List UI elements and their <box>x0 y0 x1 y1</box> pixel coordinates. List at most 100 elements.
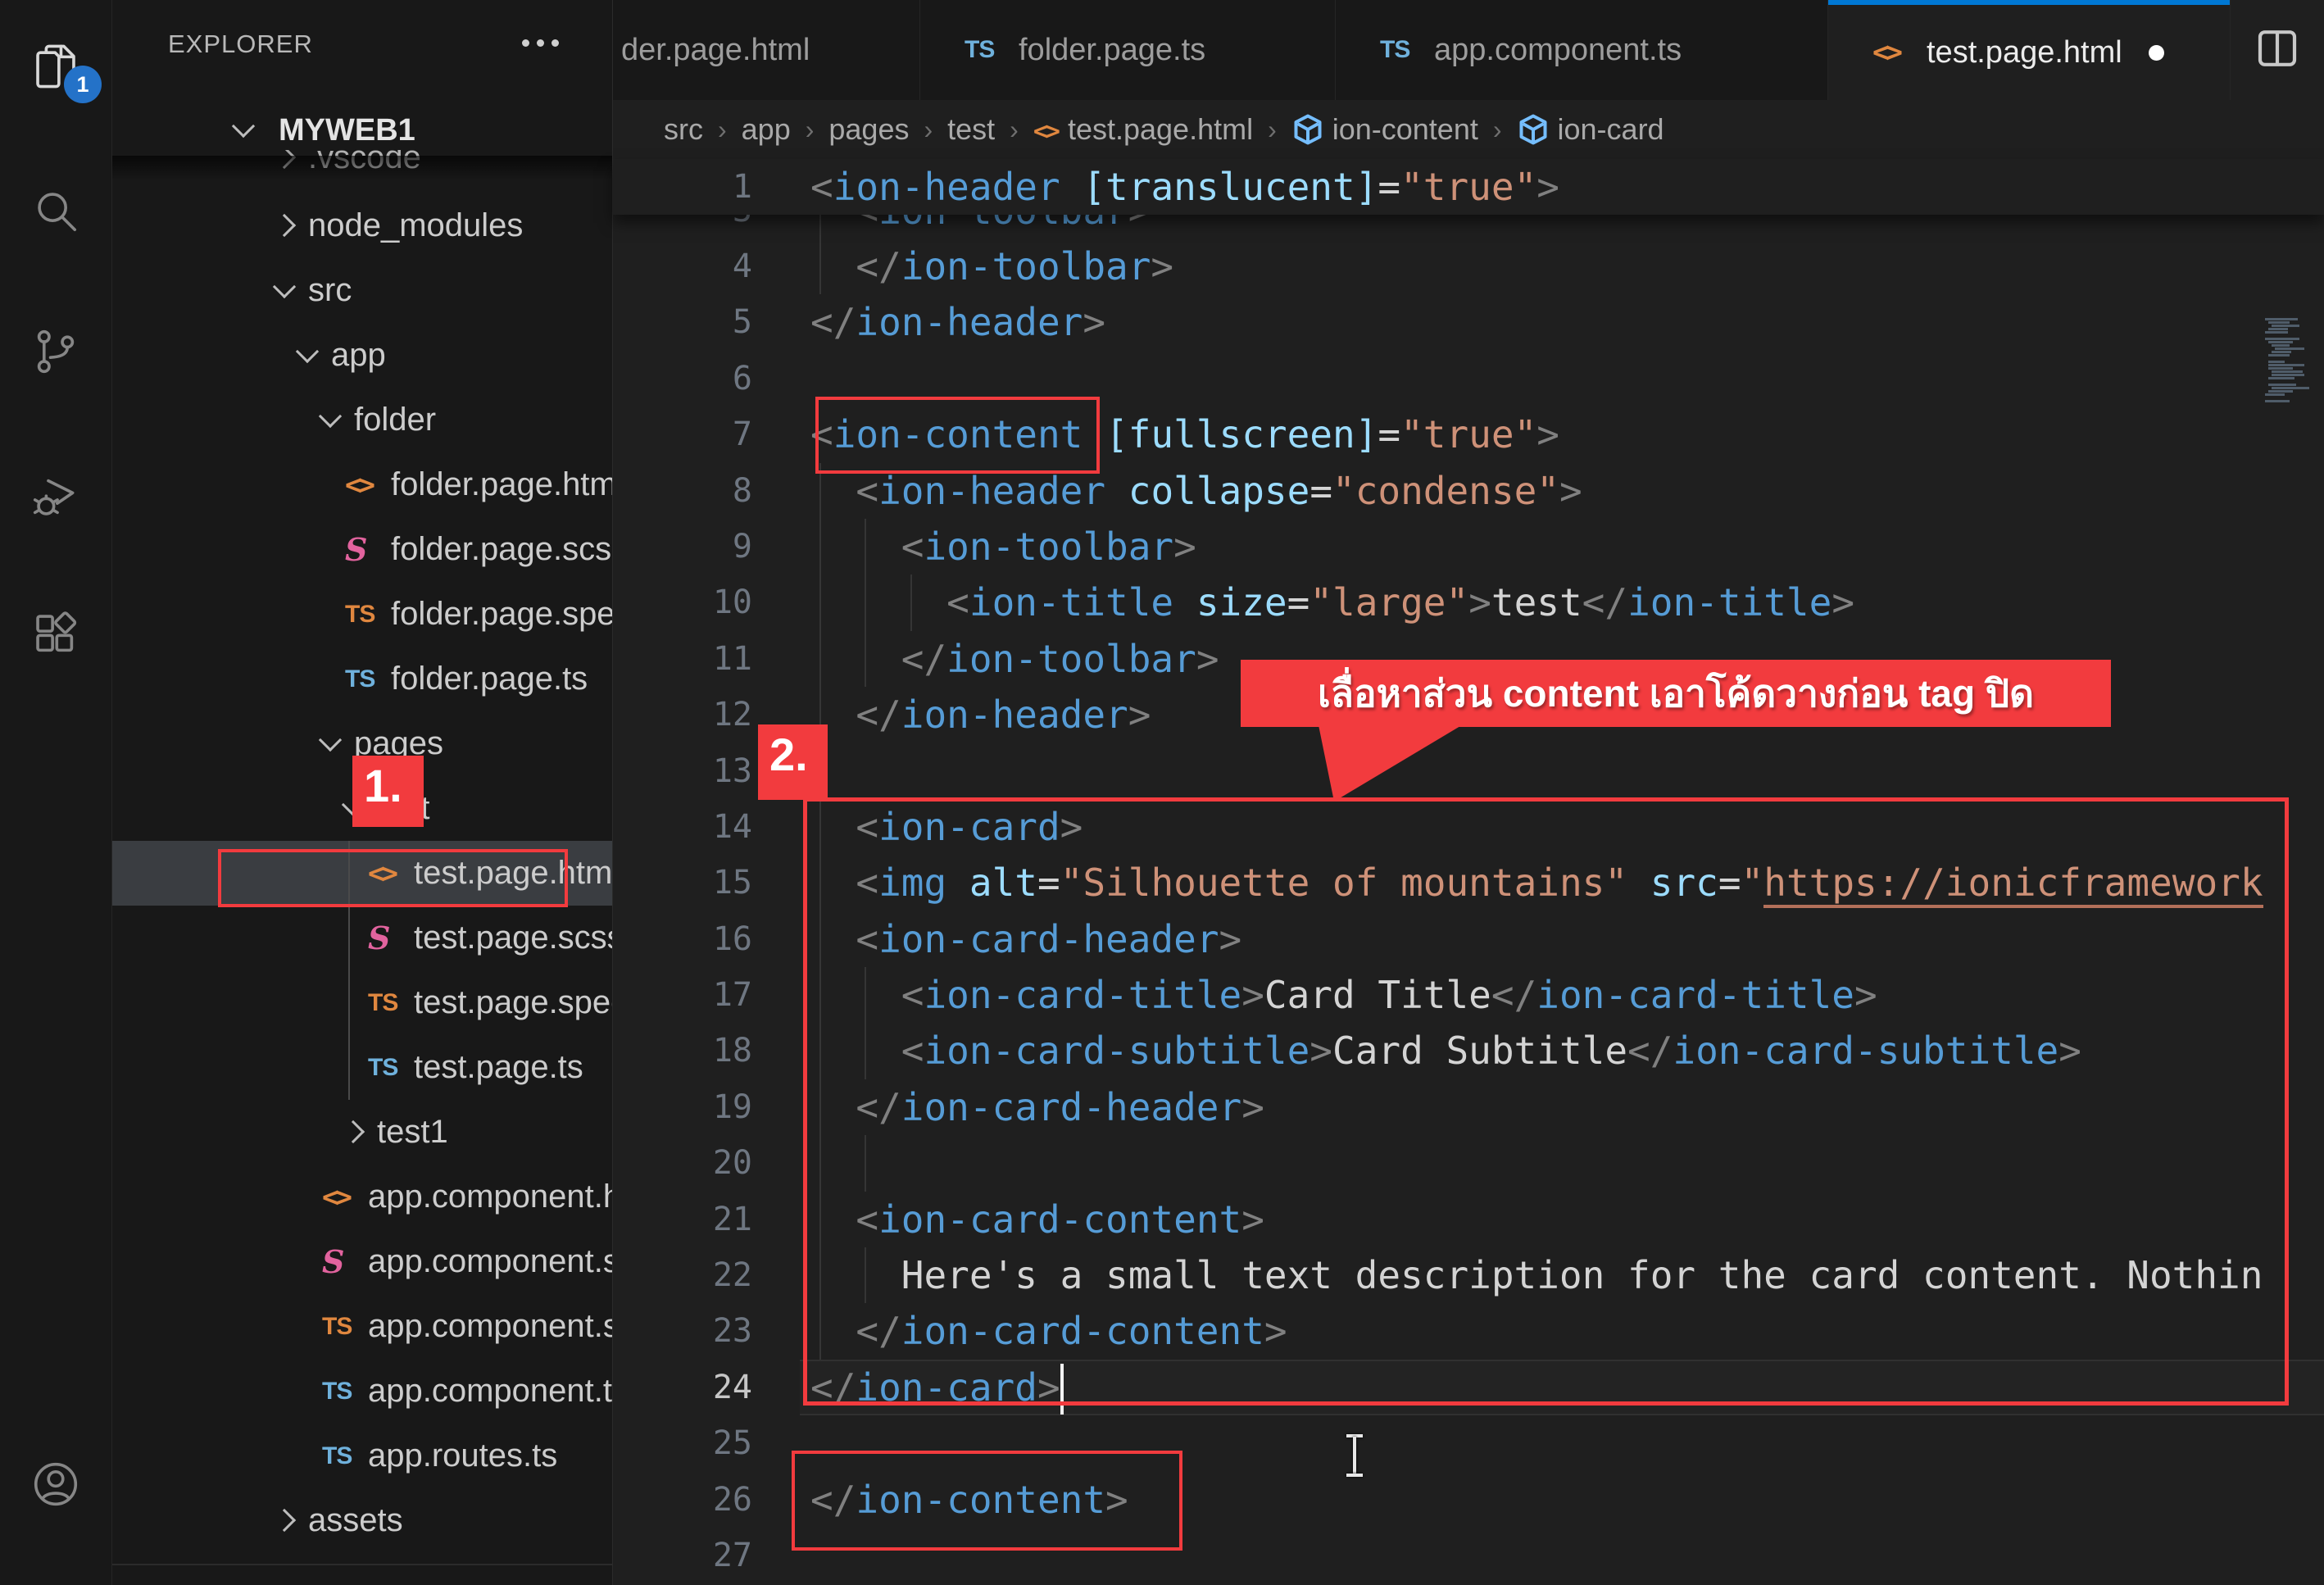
code-line-27[interactable]: 27 <box>613 1528 2324 1583</box>
code-line-5[interactable]: 5</ion-header> <box>613 294 2324 350</box>
code-line-13[interactable]: 13 <box>613 743 2324 799</box>
breadcrumb: src›app›pages›test›<>test.page.html›ion-… <box>613 100 2324 159</box>
chevron-right-icon <box>342 1119 365 1142</box>
tab-test-page-html[interactable]: <>test.page.html <box>1828 0 2230 100</box>
code-line-18[interactable]: 18 <ion-card-subtitle>Card Subtitle</ion… <box>613 1023 2324 1079</box>
breadcrumb-item-test-page-html[interactable]: <>test.page.html <box>1033 112 1253 147</box>
code-line-24[interactable]: 24</ion-card> <box>613 1360 2324 1415</box>
code-line-3[interactable]: 3 <ion-toolbar> <box>613 215 2324 238</box>
code-line-12[interactable]: 12 </ion-header> <box>613 687 2324 743</box>
run-debug-icon[interactable] <box>28 469 84 525</box>
code-line-23[interactable]: 23 </ion-card-content> <box>613 1303 2324 1359</box>
tree-item-test-page-spec-ts[interactable]: TStest.page.spec.ts <box>112 970 612 1035</box>
breadcrumb-item-pages[interactable]: pages <box>828 112 909 147</box>
modified-dot-icon <box>2149 45 2164 61</box>
chevron-right-icon <box>273 1508 296 1531</box>
line-content: </ion-toolbar> <box>790 238 2324 294</box>
code-line-9[interactable]: 9 <ion-toolbar> <box>613 519 2324 575</box>
line-number: 5 <box>613 294 790 350</box>
tree-item-app-component-sp-[interactable]: TSapp.component.sp... <box>112 1294 612 1359</box>
code-line-25[interactable]: 25 <box>613 1415 2324 1471</box>
breadcrumb-label: ion-card <box>1558 112 1664 146</box>
code-line-15[interactable]: 15 <img alt="Silhouette of mountains" sr… <box>613 855 2324 911</box>
code-line-7[interactable]: 7<ion-content [fullscreen]="true"> <box>613 406 2324 462</box>
line-content: <ion-content [fullscreen]="true"> <box>790 406 2324 462</box>
tree-item-app-component-html[interactable]: <>app.component.html <box>112 1165 612 1229</box>
code-line-22[interactable]: 22 Here's a small text description for t… <box>613 1247 2324 1303</box>
breadcrumb-item-ion-card[interactable]: ion-card <box>1517 112 1664 147</box>
tree-item-vscode-clipped[interactable]: .vscode <box>112 150 612 189</box>
ts-file-icon: TS <box>345 665 391 693</box>
tab-der-page-html[interactable]: der.page.html <box>613 0 920 100</box>
code-line-10[interactable]: 10 <ion-title size="large">test</ion-tit… <box>613 575 2324 630</box>
split-editor-icon[interactable] <box>2254 25 2300 75</box>
tree-item-folder-page-spec-ts[interactable]: TSfolder.page.spec.ts <box>112 582 612 647</box>
code-line-4[interactable]: 4 </ion-toolbar> <box>613 238 2324 294</box>
line-content <box>790 743 2324 799</box>
tree-item-test[interactable]: test <box>112 776 612 841</box>
ts-file-icon: TS <box>322 1378 368 1406</box>
line-number: 18 <box>613 1023 790 1079</box>
line-content <box>790 351 2324 406</box>
code-line-16[interactable]: 16 <ion-card-header> <box>613 911 2324 967</box>
line-number: 27 <box>613 1528 790 1583</box>
tree-item-app-component-ts[interactable]: TSapp.component.ts <box>112 1359 612 1424</box>
code-line-6[interactable]: 6 <box>613 351 2324 406</box>
tree-item-app-routes-ts[interactable]: TSapp.routes.ts <box>112 1424 612 1488</box>
tree-item-label: test.page.spec.ts <box>414 984 613 1021</box>
tab-folder-page-ts[interactable]: TSfolder.page.ts <box>920 0 1336 100</box>
tree-item-label: test1 <box>377 1114 448 1151</box>
breadcrumb-item-test[interactable]: test <box>947 112 995 147</box>
tree-item-test-page-ts[interactable]: TStest.page.ts <box>112 1035 612 1100</box>
tree-item-label: test.page.scss <box>414 920 613 956</box>
breadcrumb-item-ion-content[interactable]: ion-content <box>1291 112 1478 147</box>
code-line-11[interactable]: 11 </ion-toolbar> <box>613 631 2324 687</box>
code-line-1[interactable]: 1<ion-header [translucent]="true"> <box>613 159 2324 215</box>
tree-item-node-modules[interactable]: node_modules <box>112 193 612 258</box>
code-line-17[interactable]: 17 <ion-card-title>Card Title</ion-card-… <box>613 967 2324 1023</box>
more-actions-icon[interactable] <box>522 39 559 47</box>
tree-item-app[interactable]: app <box>112 323 612 388</box>
workspace-header[interactable]: MYWEB1 <box>112 105 613 156</box>
code-line-20[interactable]: 20 <box>613 1135 2324 1191</box>
line-number: 20 <box>613 1135 790 1191</box>
tree-item-label: assets <box>308 1502 403 1539</box>
extensions-icon[interactable] <box>28 606 84 662</box>
code-editor[interactable]: 3 <ion-toolbar> 4 </ion-toolbar>5</ion-h… <box>613 159 2324 1585</box>
minimap[interactable] <box>2260 316 2324 423</box>
tree-item-label: app <box>331 337 386 374</box>
code-line-14[interactable]: 14 <ion-card> <box>613 799 2324 855</box>
line-number: 10 <box>613 575 790 630</box>
chevron-down-icon <box>342 792 365 815</box>
line-number: 24 <box>613 1360 790 1415</box>
breadcrumb-item-src[interactable]: src <box>664 112 703 147</box>
tree-item-src[interactable]: src <box>112 258 612 323</box>
tree-item-test1[interactable]: test1 <box>112 1100 612 1165</box>
tree-item-test-page-scss[interactable]: Stest.page.scss <box>112 906 612 970</box>
line-number: 17 <box>613 967 790 1023</box>
tree-item-assets[interactable]: assets <box>112 1488 612 1553</box>
line-number: 7 <box>613 406 790 462</box>
code-line-8[interactable]: 8 <ion-header collapse="condense"> <box>613 463 2324 519</box>
tree-item-label: test <box>377 790 429 827</box>
tree-item-folder-page-ts[interactable]: TSfolder.page.ts <box>112 647 612 711</box>
code-line-19[interactable]: 19 </ion-card-header> <box>613 1079 2324 1135</box>
tree-item-test-page-html[interactable]: <>test.page.html <box>112 841 612 906</box>
code-line-26[interactable]: 26</ion-content> <box>613 1472 2324 1528</box>
ts-file-icon: TS <box>965 36 1019 64</box>
tab-app-component-ts[interactable]: TSapp.component.ts <box>1336 0 1828 100</box>
tree-item-pages[interactable]: pages <box>112 711 612 776</box>
breadcrumb-item-app[interactable]: app <box>742 112 791 147</box>
tree-item-folder-page-html[interactable]: <>folder.page.html <box>112 452 612 517</box>
code-line-21[interactable]: 21 <ion-card-content> <box>613 1192 2324 1247</box>
line-content: <ion-card> <box>790 799 2324 855</box>
source-control-icon[interactable] <box>28 324 84 379</box>
workspace-name: MYWEB1 <box>279 113 415 148</box>
tree-item-folder[interactable]: folder <box>112 388 612 452</box>
tree-item-app-component-scss[interactable]: Sapp.component.scss <box>112 1229 612 1294</box>
line-content: </ion-card-content> <box>790 1303 2324 1359</box>
search-icon[interactable] <box>28 183 84 238</box>
line-content: </ion-header> <box>790 294 2324 350</box>
tree-item-folder-page-scss[interactable]: Sfolder.page.scss <box>112 517 612 582</box>
account-icon[interactable] <box>28 1456 84 1512</box>
